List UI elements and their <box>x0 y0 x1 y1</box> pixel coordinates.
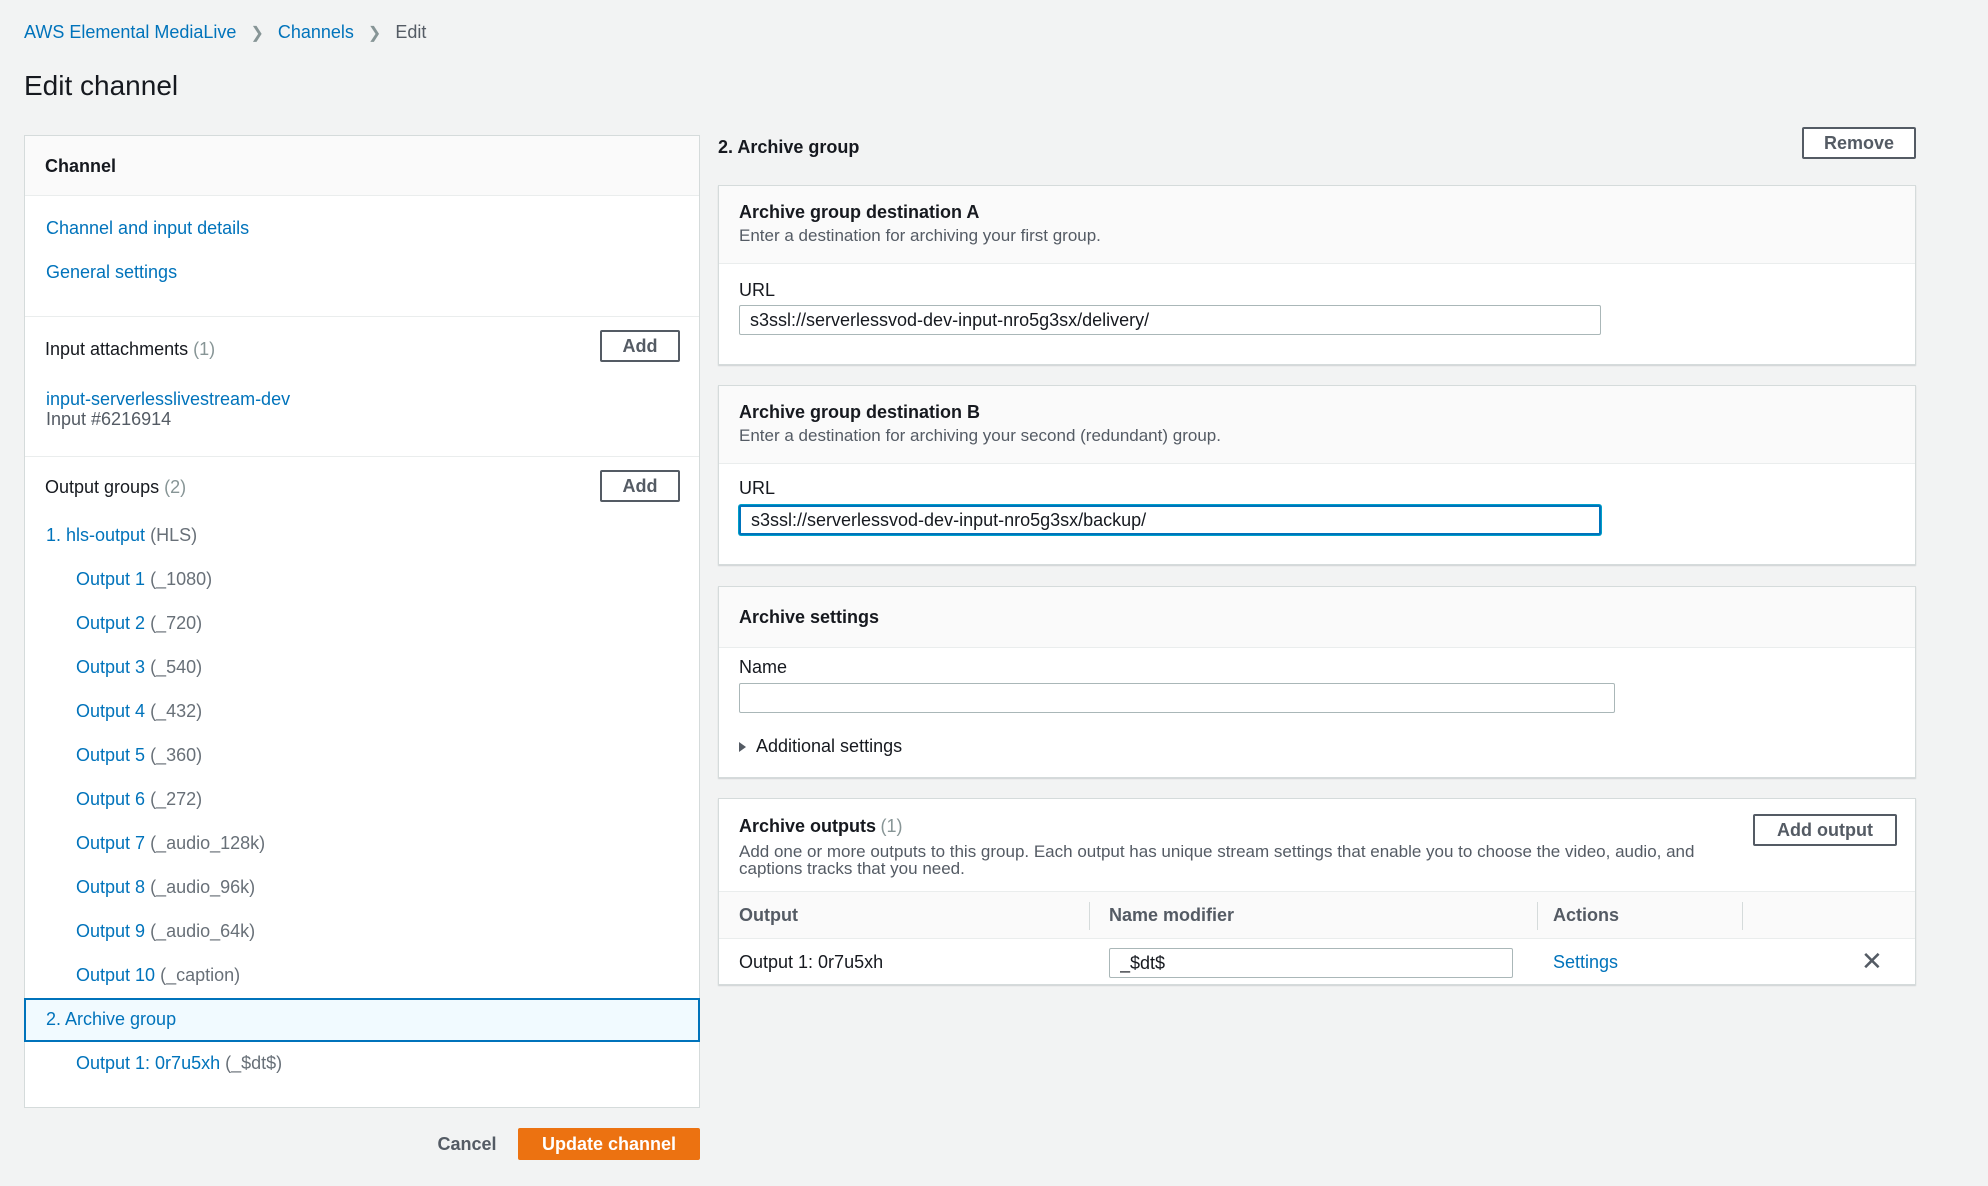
destination-a-title: Archive group destination A <box>739 202 980 222</box>
output-group-archive[interactable]: 2. Archive group <box>46 1009 176 1030</box>
input-attachments-count: (1) <box>193 339 216 359</box>
outputs-table-header: Output Name modifier Actions <box>719 891 1915 939</box>
chevron-right-icon: ❯ <box>367 24 382 42</box>
column-actions[interactable]: Actions <box>1553 905 1619 926</box>
output-groups-label: Output groups (2) <box>45 477 187 497</box>
input-attachments-label: Input attachments (1) <box>45 339 216 359</box>
add-input-button[interactable]: Add <box>600 330 680 362</box>
destination-a-card: Archive group destination A Enter a dest… <box>718 185 1916 365</box>
destination-b-url-input[interactable] <box>739 505 1601 535</box>
column-output[interactable]: Output <box>739 905 798 926</box>
tree-output-item[interactable]: Output 7 (_audio_128k) <box>76 833 265 854</box>
tree-output-item[interactable]: Output 5 (_360) <box>76 745 202 766</box>
destination-a-description: Enter a destination for archiving your f… <box>739 226 1101 245</box>
additional-settings-toggle[interactable]: Additional settings <box>739 736 902 757</box>
archive-name-input[interactable] <box>739 683 1615 713</box>
remove-button[interactable]: Remove <box>1802 127 1916 159</box>
destination-a-url-input[interactable] <box>739 305 1601 335</box>
input-id: Input #6216914 <box>46 409 172 429</box>
tree-output-item[interactable]: Output 4 (_432) <box>76 701 202 722</box>
close-icon[interactable]: ✕ <box>1861 948 1883 974</box>
general-settings-link[interactable]: General settings <box>46 262 177 283</box>
destination-b-card: Archive group destination B Enter a dest… <box>718 385 1916 565</box>
archive-name-label: Name <box>739 657 788 677</box>
row-output-name: Output 1: 0r7u5xh <box>739 952 884 972</box>
output-groups-count: (2) <box>164 477 187 497</box>
destination-b-title: Archive group destination B <box>739 402 981 422</box>
destination-b-description: Enter a destination for archiving your s… <box>739 426 1221 445</box>
archive-settings-title: Archive settings <box>739 607 880 627</box>
column-divider <box>1742 902 1743 930</box>
destination-a-url-label: URL <box>739 280 776 300</box>
input-attachments-section: Input attachments (1) Add input-serverle… <box>25 317 699 457</box>
tree-output-item[interactable]: Output 8 (_audio_96k) <box>76 877 255 898</box>
breadcrumb-channels[interactable]: Channels <box>278 22 354 43</box>
archive-group-title: 2. Archive group <box>718 137 860 157</box>
tree-output-item[interactable]: Output 10 (_caption) <box>76 965 240 986</box>
output-group-hls[interactable]: 1. hls-output (HLS) <box>46 525 197 546</box>
row-settings-link[interactable]: Settings <box>1553 952 1618 973</box>
cancel-button[interactable]: Cancel <box>430 1128 504 1160</box>
channel-nav-header: Channel <box>25 136 699 196</box>
breadcrumb-current: Edit <box>395 22 427 42</box>
channel-nav-panel: Channel Channel and input details Genera… <box>24 135 700 1108</box>
column-divider <box>1089 902 1090 930</box>
add-output-group-button[interactable]: Add <box>600 470 680 502</box>
archive-outputs-count: (1) <box>880 816 903 836</box>
channel-input-details-link[interactable]: Channel and input details <box>46 218 249 239</box>
archive-outputs-title: Archive outputs (1) <box>739 816 903 836</box>
tree-output-item[interactable]: Output 6 (_272) <box>76 789 202 810</box>
tree-output-item[interactable]: Output 3 (_540) <box>76 657 202 678</box>
caret-right-icon <box>739 741 746 752</box>
name-modifier-input[interactable] <box>1109 948 1513 978</box>
tree-output-item[interactable]: Output 2 (_720) <box>76 613 202 634</box>
chevron-right-icon: ❯ <box>250 24 264 42</box>
breadcrumb: AWS Elemental MediaLive ❯ Channels ❯ Edi… <box>24 22 426 43</box>
input-attachment-link[interactable]: input-serverlesslivestream-dev <box>46 389 290 410</box>
destination-b-url-label: URL <box>739 478 776 498</box>
archive-outputs-card: Archive outputs (1) Add one or more outp… <box>718 798 1916 985</box>
archive-settings-card: Archive settings Name Additional setting… <box>718 586 1916 778</box>
tree-output-item[interactable]: Output 9 (_audio_64k) <box>76 921 255 942</box>
update-channel-button[interactable]: Update channel <box>518 1128 700 1160</box>
channel-links-section: Channel and input details General settin… <box>25 196 699 317</box>
breadcrumb-medialive[interactable]: AWS Elemental MediaLive <box>24 22 236 43</box>
archive-outputs-description: Add one or more outputs to this group. E… <box>739 842 1695 878</box>
tree-archive-output-item[interactable]: Output 1: 0r7u5xh (_$dt$) <box>76 1053 282 1074</box>
page-title: Edit channel <box>24 70 179 101</box>
column-divider <box>1537 902 1538 930</box>
add-output-button[interactable]: Add output <box>1753 814 1897 846</box>
column-name-modifier[interactable]: Name modifier <box>1109 905 1234 926</box>
tree-output-item[interactable]: Output 1 (_1080) <box>76 569 212 590</box>
